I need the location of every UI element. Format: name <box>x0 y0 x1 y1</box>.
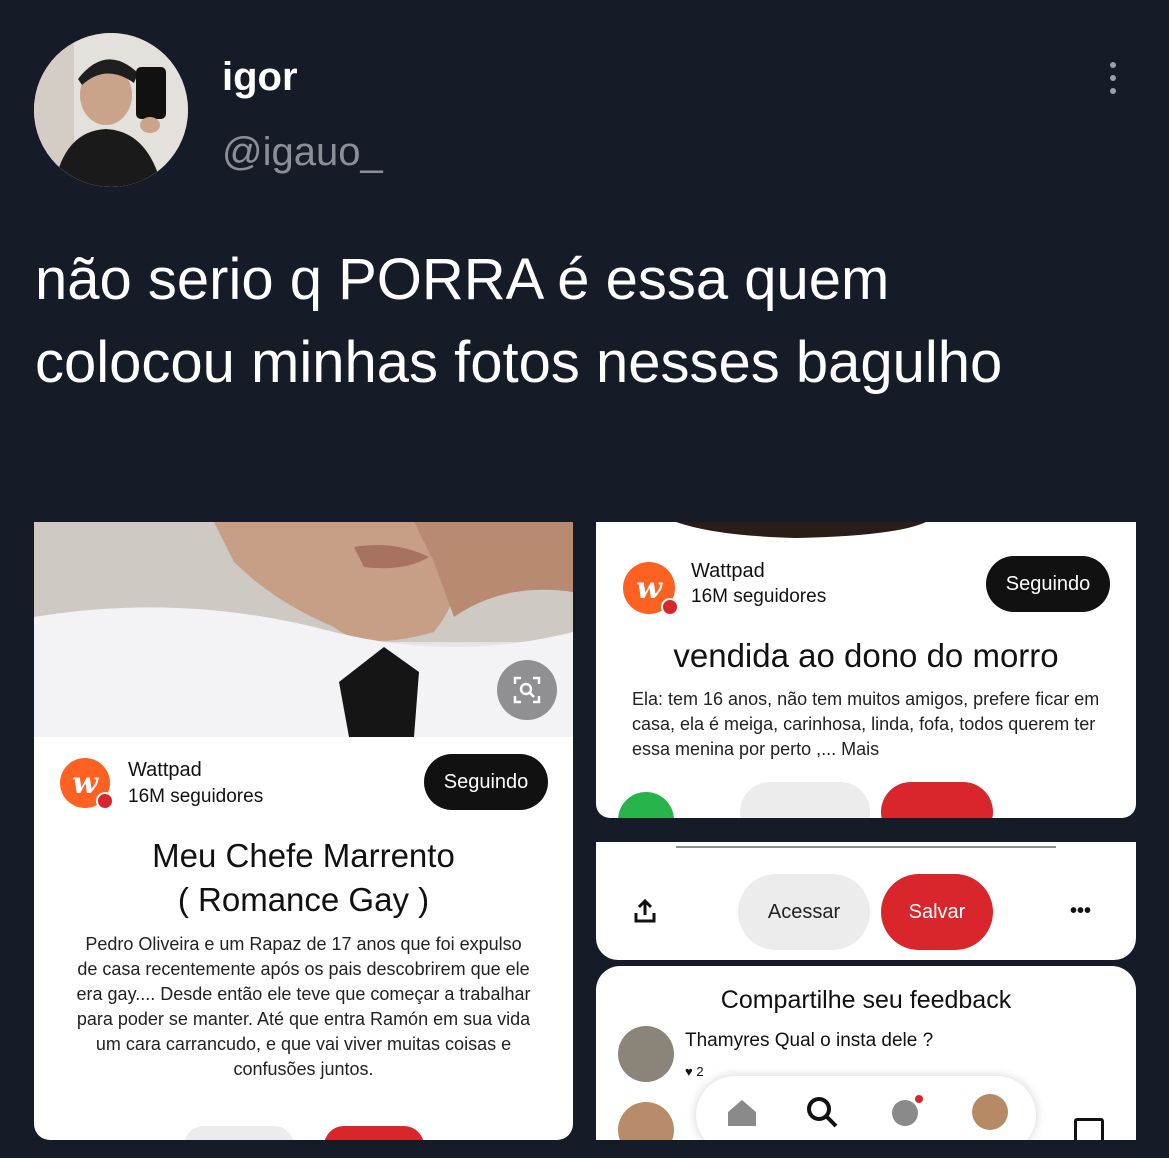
right-top-screenshot-card: w Wattpad 16M seguidores Seguindo vendid… <box>596 522 1136 818</box>
wattpad-logo-icon[interactable]: w <box>623 562 679 616</box>
save-button[interactable]: Salvar <box>881 874 993 950</box>
save-button-partial[interactable] <box>324 1126 424 1140</box>
like-count: 2 <box>696 1064 704 1079</box>
access-button-partial[interactable] <box>184 1126 294 1140</box>
pin-photo <box>34 522 573 737</box>
comment-text: Qual o insta dele ? <box>774 1030 934 1051</box>
messages-icon[interactable] <box>888 1094 924 1130</box>
brand-name[interactable]: Wattpad <box>128 759 202 782</box>
more-options-icon[interactable] <box>1100 62 1126 100</box>
following-button[interactable]: Seguindo <box>986 556 1110 612</box>
profile-icon[interactable] <box>972 1094 1008 1130</box>
left-screenshot-card: w Wattpad 16M seguidores Seguindo Meu Ch… <box>34 522 573 1140</box>
comment-username[interactable]: Thamyres <box>685 1030 769 1051</box>
share-icon[interactable] <box>632 898 658 924</box>
right-middle-screenshot-card: Acessar Salvar ••• <box>596 842 1136 960</box>
pin-title-line2: ( Romance Gay ) <box>177 881 430 918</box>
save-button-partial[interactable] <box>881 782 993 818</box>
pin-description: Ela: tem 16 anos, não tem muitos amigos,… <box>632 689 1100 759</box>
whatsapp-share-icon[interactable] <box>618 792 674 818</box>
photo-strip <box>676 522 926 538</box>
pin-title-line1: Meu Chefe Marrento <box>152 837 455 874</box>
search-icon[interactable] <box>804 1094 840 1130</box>
user-handle[interactable]: @igauo_ <box>222 130 383 175</box>
home-icon[interactable] <box>724 1094 760 1130</box>
following-button[interactable]: Seguindo <box>424 754 548 810</box>
display-name[interactable]: igor <box>222 55 298 100</box>
access-button[interactable]: Acessar <box>738 874 870 950</box>
profile-avatar[interactable] <box>34 33 188 187</box>
bottom-navigation-bar <box>696 1076 1036 1140</box>
image-icon[interactable] <box>1074 1118 1104 1140</box>
feedback-heading: Compartilhe seu feedback <box>720 986 1012 1014</box>
brand-name[interactable]: Wattpad <box>691 560 765 583</box>
pin-title: vendida ao dono do morro <box>673 637 1059 674</box>
comment-likes[interactable]: ♥ 2 <box>685 1064 704 1079</box>
followers-count: 16M seguidores <box>128 786 264 807</box>
second-commenter-avatar[interactable] <box>618 1102 674 1140</box>
pin-description: Pedro Oliveira e um Rapaz de 17 anos que… <box>76 934 531 1079</box>
commenter-avatar[interactable] <box>618 1026 674 1082</box>
access-button-partial[interactable] <box>740 782 870 818</box>
right-bottom-screenshot-card: Compartilhe seu feedback Thamyres Qual o… <box>596 966 1136 1140</box>
wattpad-logo-icon[interactable]: w <box>60 758 114 810</box>
more-actions-icon[interactable]: ••• <box>1070 900 1091 923</box>
cropped-text-line <box>676 842 1056 848</box>
followers-count: 16M seguidores <box>691 586 827 607</box>
tweet-text: não serio q PORRA é essa quem colocou mi… <box>35 247 1003 395</box>
visual-search-icon[interactable] <box>497 660 557 720</box>
